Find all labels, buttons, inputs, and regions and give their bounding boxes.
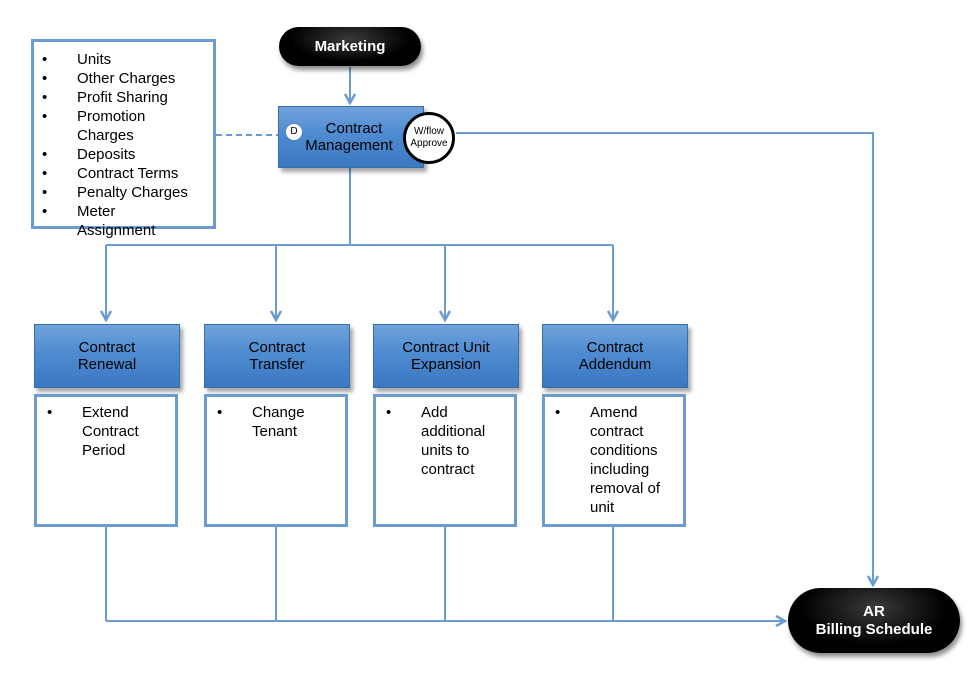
bullet-icon: • xyxy=(555,404,561,421)
subprocess-title-line2: Expansion xyxy=(410,356,482,373)
bullet-icon: • xyxy=(42,203,48,220)
bullet-icon: • xyxy=(42,108,48,125)
data-badge-label: D xyxy=(290,126,298,137)
data-item-label: Other Charges xyxy=(77,70,176,87)
bullet-icon: • xyxy=(386,404,392,421)
bullet-icon: • xyxy=(42,184,48,201)
contract-addendum-process[interactable]: Contract Addendum xyxy=(542,324,688,388)
data-item-label: Contract Terms xyxy=(77,165,179,182)
contract-transfer-description: • Change Tenant xyxy=(204,394,348,527)
description-text: Change Tenant xyxy=(252,404,305,440)
end-node-label-line2: Billing Schedule xyxy=(815,620,933,638)
data-item-label: Meter Assignment xyxy=(77,203,156,239)
description-item: • Amend contract conditions including re… xyxy=(545,397,676,517)
description-item: • Change Tenant xyxy=(207,397,318,441)
data-items-box: • Units • Other Charges • Profit Sharing • P… xyxy=(31,39,216,239)
contract-renewal-process[interactable]: Contract Renewal xyxy=(34,324,180,388)
contract-renewal-description: • Extend Contract Period xyxy=(34,394,178,527)
contract-unit-expansion-description: • Add additional units to contract xyxy=(373,394,517,527)
bullet-icon: • xyxy=(42,146,48,163)
data-item: • Penalty Charges xyxy=(34,183,214,202)
data-item: • Profit Sharing xyxy=(34,88,214,107)
data-item: • Promotion Charges xyxy=(34,107,162,145)
workflow-approve-badge[interactable]: W/flow Approve xyxy=(403,112,455,164)
contract-transfer-process[interactable]: Contract Transfer xyxy=(204,324,350,388)
data-item: • Deposits xyxy=(34,145,214,164)
contract-unit-expansion-process[interactable]: Contract Unit Expansion xyxy=(373,324,519,388)
process-label-line1: Contract xyxy=(325,120,383,137)
bullet-icon: • xyxy=(42,165,48,182)
marketing-label: Marketing xyxy=(314,37,386,55)
data-item: • Meter Assignment xyxy=(34,202,162,240)
data-item: • Other Charges xyxy=(34,69,214,88)
subprocess-title-line1: Contract xyxy=(248,339,306,356)
data-item: • Units xyxy=(34,50,214,69)
description-item: • Add additional units to contract xyxy=(376,397,502,479)
approval-label-line1: W/flow xyxy=(414,126,444,137)
bullet-icon: • xyxy=(42,70,48,87)
end-node-label-line1: AR xyxy=(863,602,885,620)
data-item-label: Units xyxy=(77,51,112,68)
contract-addendum-description: • Amend contract conditions including re… xyxy=(542,394,686,527)
subprocess-title-line2: Transfer xyxy=(249,356,305,373)
bullet-icon: • xyxy=(42,51,48,68)
bullet-icon: • xyxy=(47,404,53,421)
description-text: Add additional units to contract xyxy=(421,404,486,478)
data-items-list: • Units • Other Charges • Profit Sharing • P… xyxy=(34,50,214,240)
description-item: • Extend Contract Period xyxy=(37,397,148,460)
subprocess-title-line1: Contract xyxy=(78,339,136,356)
subprocess-title-line1: Contract xyxy=(586,339,644,356)
marketing-start-node[interactable]: Marketing xyxy=(279,27,421,66)
description-text: Amend contract conditions including remo… xyxy=(590,404,661,516)
bullet-icon: • xyxy=(42,89,48,106)
process-label-line2: Management xyxy=(305,137,393,154)
subprocess-title-line1: Contract Unit xyxy=(402,339,490,356)
data-item-label: Penalty Charges xyxy=(77,184,188,201)
approval-label-line2: Approve xyxy=(410,138,448,149)
data-item-label: Promotion Charges xyxy=(77,108,146,144)
data-item-label: Deposits xyxy=(77,146,136,163)
data-badge-icon: D xyxy=(286,124,302,140)
description-text: Extend Contract Period xyxy=(82,404,139,459)
data-item: • Contract Terms xyxy=(34,164,214,183)
subprocess-title-line2: Addendum xyxy=(578,356,652,373)
data-item-label: Profit Sharing xyxy=(77,89,168,106)
subprocess-title-line2: Renewal xyxy=(77,356,137,373)
bullet-icon: • xyxy=(217,404,223,421)
ar-billing-schedule-end-node[interactable]: AR Billing Schedule xyxy=(788,588,960,653)
